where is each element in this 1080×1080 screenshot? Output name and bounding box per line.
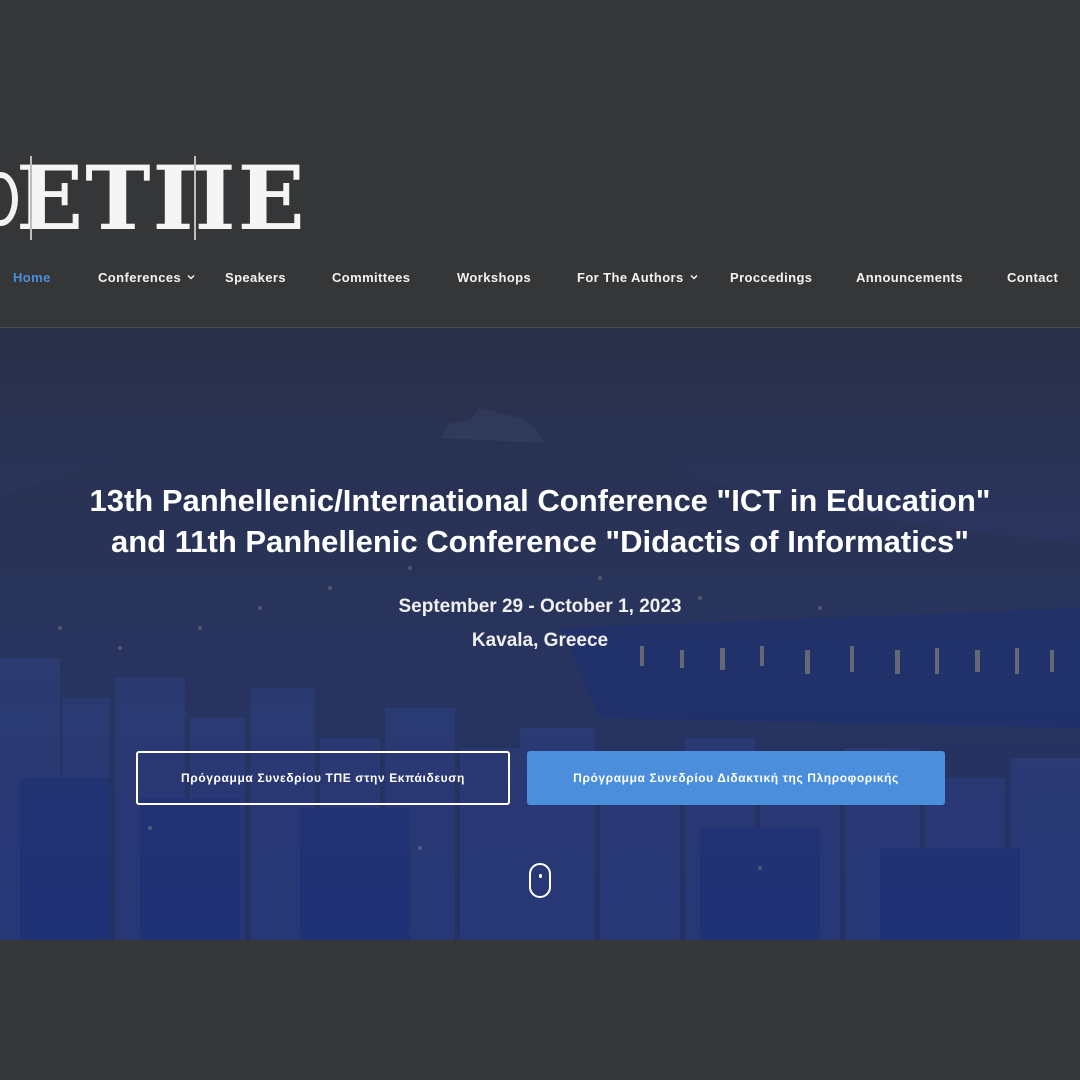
nav-item-committees[interactable]: Committees xyxy=(332,262,410,292)
nav-item-speakers[interactable]: Speakers xyxy=(225,262,286,292)
ict-program-button[interactable]: Πρόγραμμα Συνεδρίου ΤΠΕ στην Εκπάιδευση xyxy=(136,751,510,805)
nav-item-conferences[interactable]: Conferences xyxy=(98,262,195,292)
nav-item-label: Announcements xyxy=(856,269,964,285)
page-bottom-band xyxy=(0,940,1080,1080)
nav-item-proceedings[interactable]: Proccedings xyxy=(730,262,812,292)
conference-title-line-1: 13th Panhellenic/International Conferenc… xyxy=(89,483,991,518)
nav-item-label: Speakers xyxy=(225,269,287,285)
chevron-down-icon xyxy=(187,273,195,281)
nav-item-label: For The Authors xyxy=(577,269,684,285)
conference-location: Kavala, Greece xyxy=(471,630,609,651)
nav-item-label: Conferences xyxy=(98,269,182,285)
nav-item-label: Proccedings xyxy=(730,269,813,285)
nav-item-label: Home xyxy=(13,269,51,285)
nav-item-label: Contact xyxy=(1007,269,1059,285)
logo-divider xyxy=(30,156,32,240)
site-header: ΕΤΠΕ Home Conferences Speakers Committee… xyxy=(0,0,1080,328)
nav-item-for-the-authors[interactable]: For The Authors xyxy=(577,262,698,292)
main-navigation: Home Conferences Speakers Committees Wor… xyxy=(0,262,1080,292)
conference-date: September 29 - October 1, 2023 xyxy=(398,596,682,617)
chevron-down-icon xyxy=(690,273,698,281)
nav-item-workshops[interactable]: Workshops xyxy=(457,262,531,292)
nav-item-label: Committees xyxy=(332,269,411,285)
nav-item-contact[interactable]: Contact xyxy=(1007,262,1058,292)
informatics-program-button[interactable]: Πρόγραμμα Συνεδρίου Διδακτική της Πληροφ… xyxy=(527,751,945,805)
hero-section: 13th Panhellenic/International Conferenc… xyxy=(0,328,1080,940)
conference-title-line-2: and 11th Panhellenic Conference "Didacti… xyxy=(111,524,969,559)
mouse-wheel xyxy=(539,874,542,878)
conference-title: 13th Panhellenic/International Conferenc… xyxy=(0,480,1080,562)
logo-text: ΕΤΠΕ xyxy=(16,146,307,250)
nav-item-label: Workshops xyxy=(457,269,532,285)
nav-item-announcements[interactable]: Announcements xyxy=(856,262,963,292)
site-logo[interactable]: ΕΤΠΕ xyxy=(0,146,307,250)
mouse-scroll-icon[interactable] xyxy=(529,863,551,898)
logo-divider xyxy=(194,156,196,240)
nav-item-home[interactable]: Home xyxy=(13,262,51,292)
